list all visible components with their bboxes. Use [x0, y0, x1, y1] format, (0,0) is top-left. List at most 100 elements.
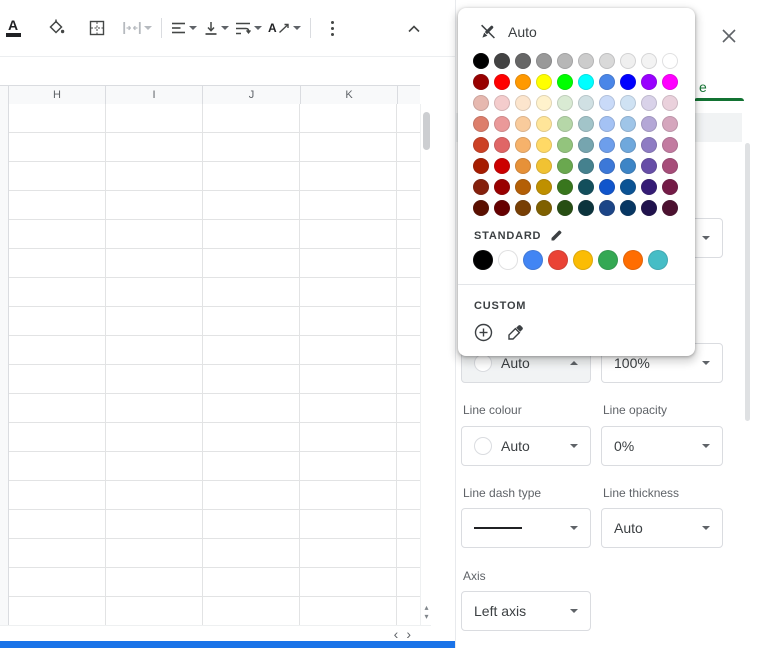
color-swatch[interactable]	[473, 200, 489, 216]
color-swatch[interactable]	[473, 179, 489, 195]
color-swatch[interactable]	[662, 95, 678, 111]
vertical-align-button[interactable]	[203, 13, 229, 43]
color-swatch[interactable]	[515, 116, 531, 132]
color-swatch[interactable]	[557, 179, 573, 195]
color-swatch[interactable]	[641, 74, 657, 90]
color-swatch[interactable]	[620, 53, 636, 69]
more-options-button[interactable]	[320, 13, 346, 43]
color-swatch[interactable]	[599, 74, 615, 90]
color-swatch[interactable]	[641, 116, 657, 132]
color-swatch[interactable]	[536, 200, 552, 216]
color-swatch[interactable]	[473, 250, 493, 270]
color-swatch[interactable]	[498, 250, 518, 270]
color-swatch[interactable]	[578, 179, 594, 195]
vertical-scroll-thumb[interactable]	[423, 112, 430, 150]
color-swatch[interactable]	[523, 250, 543, 270]
color-swatch[interactable]	[473, 53, 489, 69]
color-swatch[interactable]	[620, 116, 636, 132]
color-swatch[interactable]	[641, 137, 657, 153]
color-swatch[interactable]	[662, 158, 678, 174]
color-swatch[interactable]	[620, 74, 636, 90]
color-swatch[interactable]	[641, 95, 657, 111]
color-swatch[interactable]	[557, 116, 573, 132]
color-swatch[interactable]	[557, 137, 573, 153]
color-swatch[interactable]	[641, 179, 657, 195]
horizontal-align-button[interactable]	[171, 13, 197, 43]
color-swatch[interactable]	[662, 74, 678, 90]
color-swatch[interactable]	[599, 116, 615, 132]
color-swatch[interactable]	[599, 179, 615, 195]
text-color-button[interactable]: A	[0, 13, 26, 43]
color-swatch[interactable]	[573, 250, 593, 270]
color-swatch[interactable]	[536, 74, 552, 90]
color-swatch[interactable]	[473, 158, 489, 174]
color-swatch[interactable]	[578, 116, 594, 132]
color-swatch[interactable]	[494, 179, 510, 195]
color-swatch[interactable]	[494, 137, 510, 153]
color-swatch[interactable]	[494, 116, 510, 132]
color-swatch[interactable]	[536, 95, 552, 111]
sheet-horizontal-scrollbar[interactable]: ‹ ›	[0, 625, 431, 641]
column-header-k[interactable]: K	[301, 86, 398, 104]
color-swatch[interactable]	[620, 137, 636, 153]
color-swatch[interactable]	[536, 179, 552, 195]
fill-color-button[interactable]	[43, 13, 69, 43]
color-swatch[interactable]	[536, 137, 552, 153]
color-swatch[interactable]	[494, 158, 510, 174]
scroll-up-arrow[interactable]: ▴	[424, 603, 428, 612]
column-header-partial[interactable]	[398, 86, 420, 104]
color-swatch[interactable]	[620, 158, 636, 174]
scroll-left-arrow[interactable]: ‹	[394, 628, 399, 640]
color-swatch[interactable]	[578, 53, 594, 69]
scroll-right-arrow[interactable]: ›	[406, 628, 411, 640]
color-swatch[interactable]	[494, 74, 510, 90]
color-swatch[interactable]	[599, 95, 615, 111]
color-swatch[interactable]	[515, 74, 531, 90]
eyedropper-button[interactable]	[506, 324, 524, 342]
color-swatch[interactable]	[473, 74, 489, 90]
color-swatch[interactable]	[548, 250, 568, 270]
color-swatch[interactable]	[494, 200, 510, 216]
color-swatch[interactable]	[662, 53, 678, 69]
color-swatch[interactable]	[494, 53, 510, 69]
close-button[interactable]	[715, 22, 743, 50]
sheet-grid[interactable]	[9, 104, 420, 625]
color-swatch[interactable]	[578, 95, 594, 111]
add-custom-color-button[interactable]	[474, 323, 493, 342]
color-swatch[interactable]	[599, 158, 615, 174]
color-swatch[interactable]	[473, 95, 489, 111]
color-swatch[interactable]	[578, 74, 594, 90]
color-swatch[interactable]	[662, 116, 678, 132]
color-swatch[interactable]	[536, 158, 552, 174]
color-swatch[interactable]	[557, 95, 573, 111]
color-swatch[interactable]	[557, 74, 573, 90]
color-swatch[interactable]	[620, 200, 636, 216]
color-swatch[interactable]	[578, 137, 594, 153]
color-swatch[interactable]	[515, 53, 531, 69]
color-swatch[interactable]	[623, 250, 643, 270]
text-wrap-button[interactable]	[235, 13, 262, 43]
color-swatch[interactable]	[557, 158, 573, 174]
color-swatch[interactable]	[473, 116, 489, 132]
color-swatch[interactable]	[641, 158, 657, 174]
auto-color-option[interactable]: Auto	[458, 8, 695, 41]
text-rotation-button[interactable]: A	[268, 13, 301, 43]
color-swatch[interactable]	[536, 53, 552, 69]
color-swatch[interactable]	[578, 200, 594, 216]
line-colour-dropdown[interactable]: Auto	[461, 426, 591, 466]
color-swatch[interactable]	[641, 53, 657, 69]
color-swatch[interactable]	[536, 116, 552, 132]
color-swatch[interactable]	[473, 137, 489, 153]
color-swatch[interactable]	[599, 137, 615, 153]
color-swatch[interactable]	[557, 53, 573, 69]
color-swatch[interactable]	[494, 95, 510, 111]
column-header-j[interactable]: J	[203, 86, 301, 104]
sheet-vertical-scrollbar[interactable]: ▴ ▾	[420, 104, 432, 625]
color-swatch[interactable]	[599, 200, 615, 216]
color-swatch[interactable]	[641, 200, 657, 216]
color-swatch[interactable]	[662, 179, 678, 195]
color-swatch[interactable]	[515, 137, 531, 153]
color-swatch[interactable]	[515, 200, 531, 216]
color-swatch[interactable]	[620, 95, 636, 111]
color-swatch[interactable]	[578, 158, 594, 174]
